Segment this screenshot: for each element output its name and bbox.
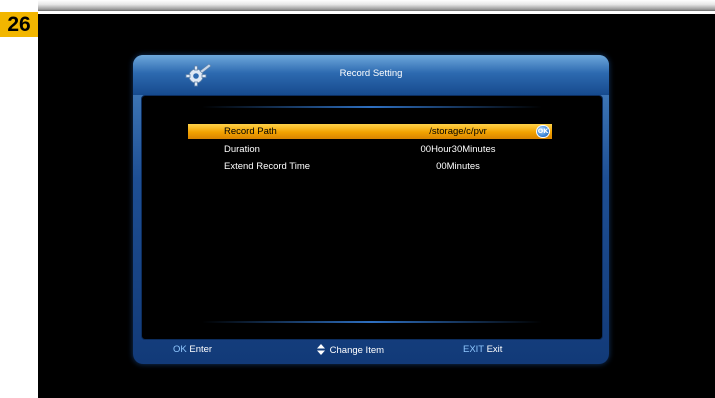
settings-panel: Record Path /storage/c/pvr OK Duration 0…	[141, 95, 603, 340]
exit-key-label: EXIT	[463, 344, 484, 355]
dialog-footer: OK Enter Change Item EXIT Exit	[133, 338, 609, 364]
top-divider	[202, 106, 542, 108]
ok-button-icon[interactable]: OK	[536, 125, 550, 138]
setting-row-record-path[interactable]: Record Path /storage/c/pvr OK	[188, 124, 552, 139]
setting-label: Extend Record Time	[224, 161, 311, 172]
ok-key-label: OK	[173, 344, 187, 355]
setting-row-duration[interactable]: Duration 00Hour30Minutes	[188, 142, 552, 157]
step-number-badge: 26	[0, 12, 38, 37]
setting-row-extend-record-time[interactable]: Extend Record Time 00Minutes	[188, 159, 552, 174]
record-setting-dialog: Record Setting Record Path /storage/c/pv…	[133, 55, 609, 364]
top-bezel-line	[38, 0, 715, 11]
up-down-arrow-icon	[317, 344, 325, 355]
tv-screen: Record Setting Record Path /storage/c/pv…	[38, 14, 715, 398]
enter-label: Enter	[189, 344, 213, 355]
dialog-title: Record Setting	[339, 68, 403, 79]
footer-exit-hint[interactable]: EXIT Exit	[463, 344, 502, 355]
exit-label: Exit	[486, 344, 503, 355]
bottom-divider	[202, 321, 542, 323]
setting-value: 00Minutes	[436, 161, 480, 172]
setting-label: Duration	[224, 144, 260, 155]
setting-label: Record Path	[224, 126, 277, 137]
footer-change-item-hint[interactable]: Change Item	[317, 344, 384, 356]
change-item-label: Change Item	[329, 345, 385, 356]
setting-value: /storage/c/pvr	[429, 126, 487, 137]
setting-value: 00Hour30Minutes	[420, 144, 496, 155]
footer-enter-hint[interactable]: OK Enter	[173, 344, 212, 355]
dialog-title-bar: Record Setting	[133, 55, 609, 95]
